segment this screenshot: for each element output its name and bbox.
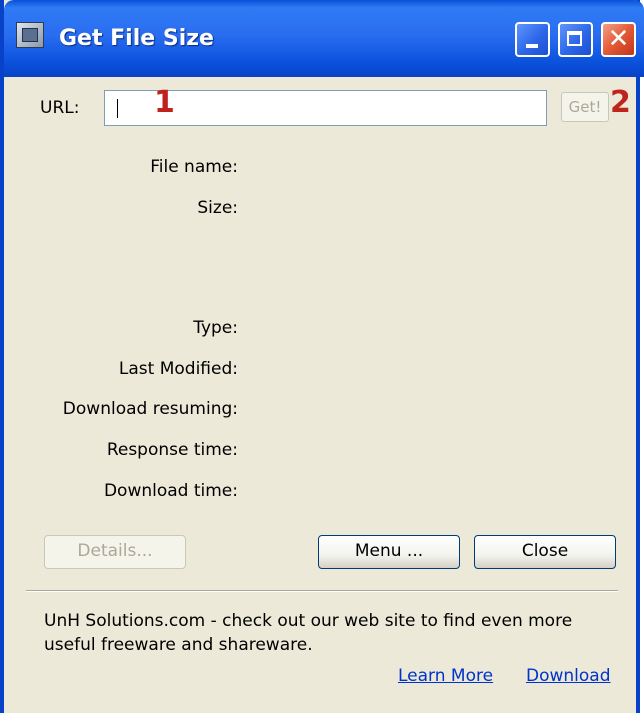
app-icon[interactable] [16,22,44,48]
annotation-marker-1: 1 [154,85,175,120]
learn-more-link[interactable]: Learn More [398,666,493,686]
get-button[interactable]: Get! [561,92,609,122]
details-button[interactable]: Details... [44,535,186,569]
get-file-size-window: Get File Size ✕ URL: 1 Get! 2 File name:… [0,0,644,713]
close-button[interactable]: Close [474,535,616,569]
close-icon: ✕ [607,24,630,54]
type-label: Type: [193,318,238,338]
footer-description: UnH Solutions.com - check out our web si… [44,611,573,655]
url-label: URL: [40,98,80,118]
annotation-marker-2: 2 [610,85,631,120]
window-title: Get File Size [59,26,214,51]
maximize-button[interactable] [558,22,593,57]
minimize-button[interactable] [515,22,550,57]
download-link[interactable]: Download [526,666,611,686]
response-time-label: Response time: [106,440,238,460]
footer-divider [26,590,618,592]
title-bar[interactable]: Get File Size ✕ [4,0,644,77]
size-label: Size: [197,198,238,218]
text-caret [117,99,118,118]
last-modified-label: Last Modified: [118,359,238,379]
menu-button[interactable]: Menu ... [318,535,460,569]
download-resuming-label: Download resuming: [62,399,238,419]
file-name-label: File name: [150,157,238,177]
close-window-button[interactable]: ✕ [601,22,636,57]
download-time-label: Download time: [103,481,238,501]
